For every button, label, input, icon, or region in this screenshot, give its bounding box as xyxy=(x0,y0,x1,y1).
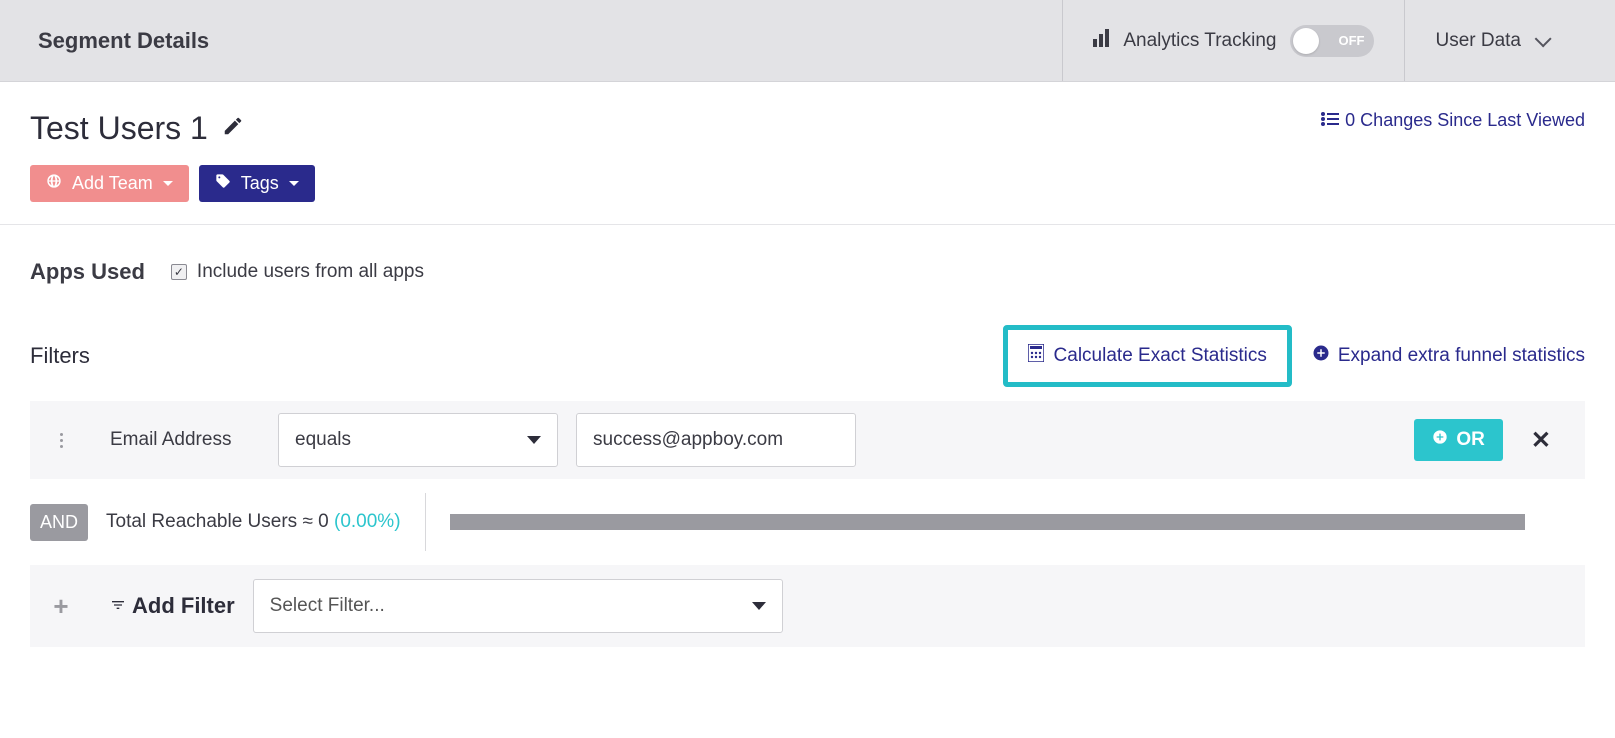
apps-used-section: Apps Used ✓ Include users from all apps xyxy=(0,225,1615,325)
or-button[interactable]: OR xyxy=(1414,419,1503,461)
calculate-exact-statistics-button[interactable]: Calculate Exact Statistics xyxy=(1003,325,1292,387)
top-bar-right: Analytics Tracking OFF User Data xyxy=(1062,0,1577,81)
filter-value-field[interactable] xyxy=(593,429,839,451)
tags-label: Tags xyxy=(241,173,279,194)
reachable-users-pct: (0.00%) xyxy=(334,511,401,532)
reachable-users-bar xyxy=(450,514,1525,530)
toggle-state-label: OFF xyxy=(1338,33,1364,48)
filter-operator-value: equals xyxy=(295,429,351,451)
select-filter-dropdown[interactable]: Select Filter... xyxy=(253,579,783,633)
page-title: Segment Details xyxy=(38,28,209,54)
and-badge: AND xyxy=(30,504,88,541)
title-section: Test Users 1 0 Changes Since Last Viewed xyxy=(0,82,1615,165)
add-filter-label: Add Filter xyxy=(110,593,235,619)
changes-since-viewed-link[interactable]: 0 Changes Since Last Viewed xyxy=(1321,110,1585,131)
analytics-toggle[interactable]: OFF xyxy=(1290,25,1374,57)
add-team-button[interactable]: Add Team xyxy=(30,165,189,202)
list-icon xyxy=(1321,110,1339,131)
user-data-menu[interactable]: User Data xyxy=(1404,0,1577,81)
filters-header: Filters Calculate Exact Statistics Expan… xyxy=(0,325,1615,401)
action-button-row: Add Team Tags xyxy=(0,165,1615,224)
select-filter-placeholder: Select Filter... xyxy=(270,595,385,617)
checkbox-icon: ✓ xyxy=(171,264,187,280)
or-label: OR xyxy=(1456,429,1485,451)
analytics-tracking-label: Analytics Tracking xyxy=(1093,29,1276,53)
filter-operator-select[interactable]: equals xyxy=(278,413,558,467)
stats-row: AND Total Reachable Users ≈ 0 (0.00%) xyxy=(30,493,1585,551)
add-filter-row: + Add Filter Select Filter... xyxy=(30,565,1585,647)
filter-row: Email Address equals OR ✕ xyxy=(30,401,1585,479)
funnel-icon xyxy=(110,593,126,619)
bar-chart-icon xyxy=(1093,29,1113,53)
caret-down-icon xyxy=(163,181,173,186)
edit-name-icon[interactable] xyxy=(222,115,244,142)
user-data-label: User Data xyxy=(1435,30,1521,52)
apps-used-label: Apps Used xyxy=(30,259,145,285)
filter-field-label: Email Address xyxy=(110,429,260,451)
toggle-knob xyxy=(1293,28,1319,54)
segment-title-row: Test Users 1 xyxy=(30,110,244,147)
plus-circle-icon xyxy=(1312,344,1330,368)
vertical-separator xyxy=(425,493,426,551)
tags-button[interactable]: Tags xyxy=(199,165,315,202)
filter-value-input[interactable] xyxy=(576,413,856,467)
reachable-users-text: Total Reachable Users ≈ 0 (0.00%) xyxy=(106,511,401,533)
plus-icon: + xyxy=(30,579,92,633)
segment-name: Test Users 1 xyxy=(30,110,208,147)
include-all-apps-label: Include users from all apps xyxy=(197,261,424,283)
caret-down-icon xyxy=(752,602,766,610)
filters-label: Filters xyxy=(30,343,90,369)
add-team-label: Add Team xyxy=(72,173,153,194)
globe-icon xyxy=(46,173,62,194)
drag-handle[interactable] xyxy=(30,413,92,467)
analytics-tracking: Analytics Tracking OFF xyxy=(1062,0,1404,81)
expand-funnel-statistics-link[interactable]: Expand extra funnel statistics xyxy=(1312,344,1585,368)
tag-icon xyxy=(215,173,231,194)
caret-down-icon xyxy=(527,436,541,444)
chevron-down-icon xyxy=(1535,30,1552,47)
calculator-icon xyxy=(1028,344,1044,368)
plus-circle-icon xyxy=(1432,429,1448,451)
caret-down-icon xyxy=(289,181,299,186)
top-bar: Segment Details Analytics Tracking OFF U… xyxy=(0,0,1615,82)
include-all-apps-checkbox[interactable]: ✓ Include users from all apps xyxy=(171,261,424,283)
remove-filter-button[interactable]: ✕ xyxy=(1521,426,1561,455)
title-left: Test Users 1 xyxy=(30,110,244,147)
